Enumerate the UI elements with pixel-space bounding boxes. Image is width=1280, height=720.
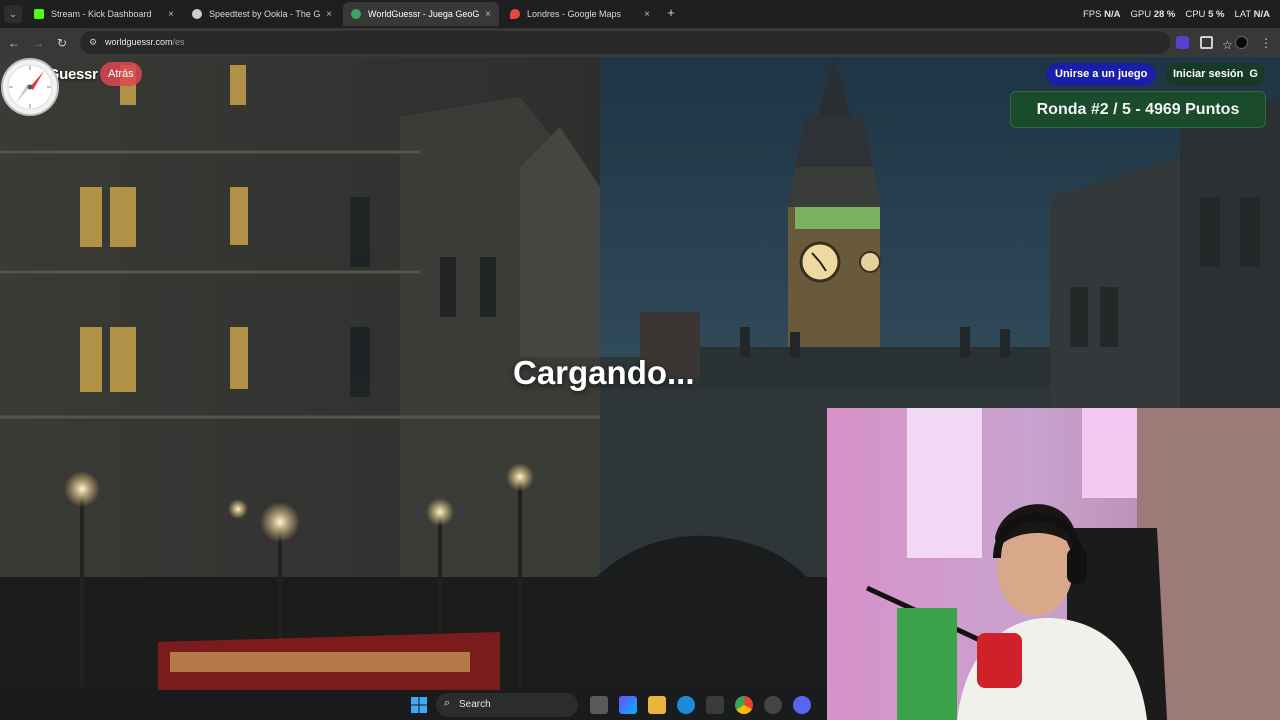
worldguessr-favicon-icon [351, 9, 361, 19]
streamer-webcam-image [827, 408, 1280, 720]
tab-title: Stream - Kick Dashboard [51, 9, 152, 19]
cpu-readout: CPU 5 % [1185, 9, 1225, 20]
browser-toolbar: ← → ↻ ⚙ worldguessr.com/es ☆ ⋮ [0, 28, 1280, 57]
search-label: Search [459, 699, 491, 710]
login-label: Iniciar sesión [1173, 68, 1244, 80]
site-info-icon[interactable]: ⚙ [89, 37, 100, 48]
profile-avatar-icon[interactable] [1235, 36, 1248, 49]
tab-close-icon[interactable]: × [638, 9, 650, 20]
tab-google-maps[interactable]: Londres - Google Maps × [502, 2, 658, 26]
reload-icon[interactable]: ↻ [54, 35, 70, 51]
join-game-button[interactable]: Unirse a un juego [1046, 63, 1157, 86]
tab-close-icon[interactable]: × [162, 9, 174, 20]
copilot-icon[interactable] [619, 696, 637, 714]
login-button[interactable]: Iniciar sesión G [1166, 63, 1265, 86]
file-explorer-icon[interactable] [648, 696, 666, 714]
performance-overlay: FPS N/A GPU 28 % CPU 5 % LAT N/A [1083, 9, 1270, 20]
lat-readout: LAT N/A [1234, 9, 1270, 20]
tab-worldguessr[interactable]: WorldGuessr - Juega GeoGuessr × [343, 2, 499, 26]
chrome-icon[interactable] [735, 696, 753, 714]
webcam-overlay [827, 408, 1280, 720]
edge-icon[interactable] [677, 696, 695, 714]
extensions-puzzle-icon[interactable] [1200, 36, 1213, 49]
google-g-icon: G [1249, 68, 1258, 80]
tab-title: Speedtest by Ookla - The Global [209, 9, 320, 19]
store-icon[interactable] [706, 696, 724, 714]
kick-favicon-icon [34, 9, 44, 19]
task-view-icon[interactable] [590, 696, 608, 714]
back-arrow-icon[interactable]: ← [6, 35, 22, 51]
address-bar[interactable]: ⚙ worldguessr.com/es ☆ [80, 31, 1233, 54]
windows-start-icon[interactable] [411, 697, 427, 713]
bookmark-star-icon[interactable]: ☆ [1222, 38, 1233, 52]
gpu-readout: GPU 28 % [1130, 9, 1176, 20]
tab-speedtest[interactable]: Speedtest by Ookla - The Global × [184, 2, 340, 26]
discord-icon[interactable] [793, 696, 811, 714]
browser-menu-icon[interactable]: ⋮ [1258, 35, 1274, 51]
loading-text: Cargando... [513, 354, 695, 391]
taskbar-search-box[interactable]: ⌕ Search [436, 693, 578, 717]
tab-close-icon[interactable]: × [320, 9, 332, 20]
extension-icon[interactable] [1176, 36, 1189, 49]
forward-arrow-icon[interactable]: → [30, 35, 46, 51]
search-icon: ⌕ [444, 697, 451, 709]
speedtest-favicon-icon [192, 9, 202, 19]
browser-tab-strip: ⌄ Stream - Kick Dashboard × Speedtest by… [0, 0, 1280, 28]
tab-close-icon[interactable]: × [479, 9, 491, 20]
tab-title: WorldGuessr - Juega GeoGuessr [368, 9, 479, 19]
tab-title: Londres - Google Maps [527, 9, 622, 19]
tab-search-icon[interactable]: ⌄ [4, 5, 22, 23]
maps-pin-favicon-icon [510, 9, 520, 19]
round-score-badge: Ronda #2 / 5 - 4969 Puntos [1010, 91, 1266, 128]
compass-icon [1, 58, 59, 116]
new-tab-button[interactable]: + [664, 5, 678, 21]
url-text[interactable]: worldguessr.com/es [105, 37, 185, 47]
back-button[interactable]: Atrás [100, 62, 142, 86]
app-icon[interactable] [764, 696, 782, 714]
tab-kick-dashboard[interactable]: Stream - Kick Dashboard × [26, 2, 182, 26]
fps-readout: FPS N/A [1082, 9, 1121, 20]
windows-taskbar: ⌕ Search [0, 690, 827, 720]
